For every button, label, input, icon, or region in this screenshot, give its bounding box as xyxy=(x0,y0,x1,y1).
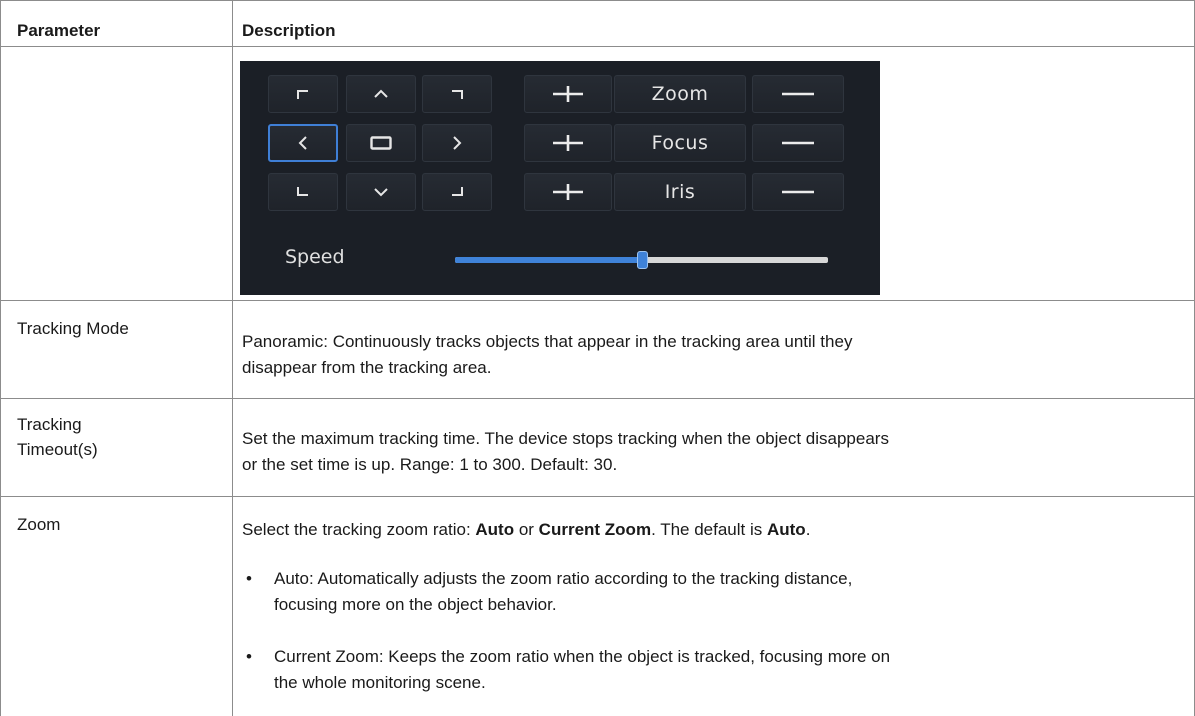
focus-near-button[interactable] xyxy=(524,124,612,162)
bullet-auto-line2: focusing more on the object behavior. xyxy=(274,595,557,614)
table-border-left xyxy=(0,0,1,716)
ptz-center-button[interactable] xyxy=(346,124,416,162)
tracking-mode-desc-line2: disappear from the tracking area. xyxy=(242,358,492,377)
bullet-current-zoom-line2: the whole monitoring scene. xyxy=(274,673,486,692)
zoom-in-button[interactable] xyxy=(524,75,612,113)
bullet-auto: • xyxy=(246,569,252,588)
header-divider xyxy=(0,46,1195,47)
pan-left-button[interactable] xyxy=(268,124,338,162)
pan-down-right-button[interactable] xyxy=(422,173,492,211)
tracking-timeout-desc-line2: or the set time is up. Range: 1 to 300. … xyxy=(242,455,618,474)
iris-label: Iris xyxy=(614,173,746,211)
row-divider xyxy=(0,300,1195,301)
zoom-default-value: Auto xyxy=(766,520,806,539)
iris-open-button[interactable] xyxy=(524,173,612,211)
zoom-option-current: Current Zoom xyxy=(538,520,652,539)
zoom-intro: Select the tracking zoom ratio: Auto or … xyxy=(242,517,810,543)
iris-close-button[interactable] xyxy=(752,173,844,211)
zoom-intro-prefix: Select the tracking zoom ratio: xyxy=(242,520,476,539)
center-icon xyxy=(370,136,392,150)
focus-label: Focus xyxy=(614,124,746,162)
speed-slider[interactable] xyxy=(455,251,828,269)
pan-right-button[interactable] xyxy=(422,124,492,162)
focus-far-button[interactable] xyxy=(752,124,844,162)
pan-up-right-button[interactable] xyxy=(422,75,492,113)
down-icon xyxy=(374,188,388,197)
up-icon xyxy=(374,89,388,98)
table-border-top xyxy=(0,0,1195,1)
column-divider xyxy=(232,0,233,716)
speed-slider-handle[interactable] xyxy=(636,251,648,269)
pan-down-left-button[interactable] xyxy=(268,173,338,211)
row-name-tracking-timeout-line2: Timeout(s) xyxy=(17,440,98,459)
ptz-control-panel: Zoom Focus Iris Speed xyxy=(240,61,880,295)
row-divider xyxy=(0,398,1195,399)
up-right-icon xyxy=(452,90,463,99)
row-name-tracking-timeout-line1: Tracking xyxy=(17,415,82,434)
plus-icon xyxy=(553,86,583,102)
row-name-zoom: Zoom xyxy=(17,515,61,534)
up-left-icon xyxy=(297,90,308,99)
bullet-current-zoom-line1: Current Zoom: Keeps the zoom ratio when … xyxy=(274,647,891,666)
down-left-icon xyxy=(297,187,308,196)
zoom-intro-or: or xyxy=(514,520,539,539)
zoom-out-button[interactable] xyxy=(752,75,844,113)
row-name-tracking-mode: Tracking Mode xyxy=(17,319,129,338)
minus-icon xyxy=(782,190,814,194)
header-description: Description xyxy=(242,21,336,40)
plus-icon xyxy=(553,135,583,151)
row-divider xyxy=(0,496,1195,497)
speed-label: Speed xyxy=(285,246,345,268)
header-parameter: Parameter xyxy=(17,21,101,40)
bullet-auto-line1: Auto: Automatically adjusts the zoom rat… xyxy=(274,569,853,588)
zoom-intro-end: . xyxy=(805,520,811,539)
plus-icon xyxy=(553,184,583,200)
right-icon xyxy=(453,136,462,150)
tilt-up-button[interactable] xyxy=(346,75,416,113)
speed-slider-fill xyxy=(455,257,642,263)
tilt-down-button[interactable] xyxy=(346,173,416,211)
minus-icon xyxy=(782,141,814,145)
down-right-icon xyxy=(452,187,463,196)
zoom-intro-mid: . The default is xyxy=(651,520,767,539)
pan-up-left-button[interactable] xyxy=(268,75,338,113)
parameter-table: Parameter Description Zoom Focus Iris Sp… xyxy=(0,0,1195,716)
bullet-current-zoom: • xyxy=(246,647,252,666)
tracking-mode-desc-line1: Panoramic: Continuously tracks objects t… xyxy=(242,332,853,351)
minus-icon xyxy=(782,92,814,96)
zoom-option-auto: Auto xyxy=(475,520,515,539)
left-icon xyxy=(298,136,307,150)
tracking-timeout-desc-line1: Set the maximum tracking time. The devic… xyxy=(242,429,889,448)
zoom-label: Zoom xyxy=(614,75,746,113)
